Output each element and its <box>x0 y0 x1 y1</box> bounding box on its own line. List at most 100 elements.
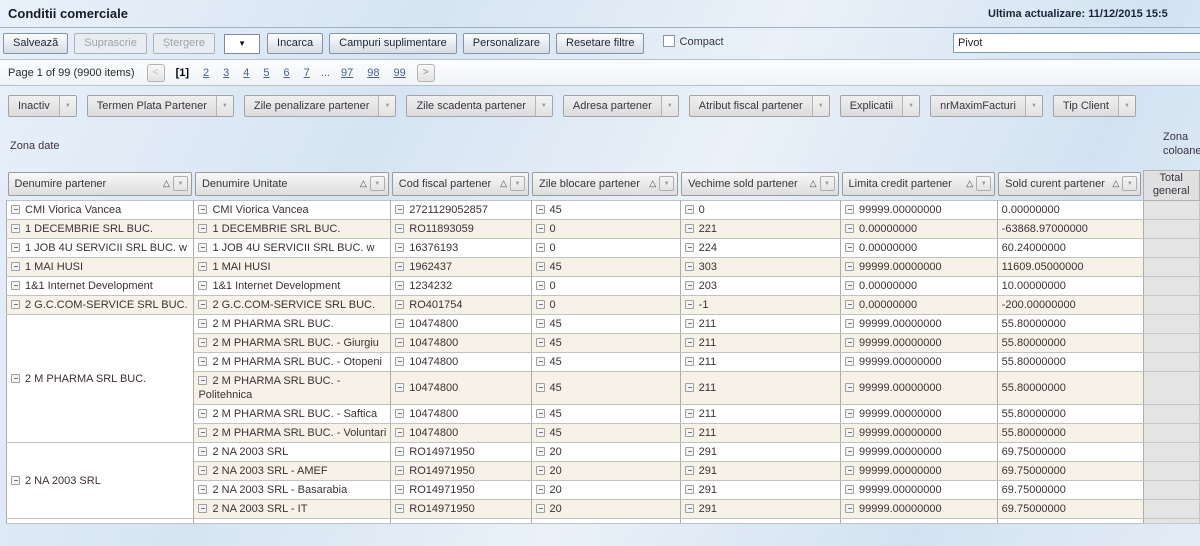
collapse-icon[interactable] <box>395 338 404 347</box>
collapse-icon[interactable] <box>685 262 694 271</box>
filter-chip-explicatii[interactable]: Explicatii▼ <box>840 95 920 117</box>
chevron-down-icon[interactable]: ▼ <box>902 96 919 116</box>
collapse-icon[interactable] <box>395 281 404 290</box>
chevron-down-icon[interactable]: ▼ <box>510 176 525 191</box>
delete-button[interactable]: Ștergere <box>153 33 215 54</box>
collapse-icon[interactable] <box>198 447 207 456</box>
collapse-icon[interactable] <box>198 338 207 347</box>
chevron-down-icon[interactable]: ▼ <box>378 96 395 116</box>
chevron-down-icon[interactable]: ▼ <box>216 96 233 116</box>
collapse-icon[interactable] <box>536 281 545 290</box>
filter-chip-nrmaximfacturi[interactable]: nrMaximFacturi▼ <box>930 95 1043 117</box>
save-button[interactable]: Salvează <box>3 33 68 54</box>
page-link-6[interactable]: 6 <box>284 67 290 79</box>
chevron-down-icon[interactable]: ▼ <box>661 96 678 116</box>
collapse-icon[interactable] <box>536 300 545 309</box>
collapse-icon[interactable] <box>845 383 854 392</box>
sort-ascending-icon[interactable]: △ <box>1112 178 1119 189</box>
collapse-icon[interactable] <box>198 376 207 385</box>
collapse-icon[interactable] <box>685 504 694 513</box>
collapse-icon[interactable] <box>395 319 404 328</box>
chevron-down-icon[interactable]: ▼ <box>976 176 991 191</box>
column-header-button-zile[interactable]: Zile blocare partener△▼ <box>532 172 678 196</box>
filter-chip-tip-client[interactable]: Tip Client▼ <box>1053 95 1136 117</box>
column-header-button-limita[interactable]: Limita credit partener△▼ <box>842 172 996 196</box>
collapse-icon[interactable] <box>198 319 207 328</box>
collapse-icon[interactable] <box>685 428 694 437</box>
load-button[interactable]: Incarca <box>267 33 323 54</box>
collapse-icon[interactable] <box>845 224 854 233</box>
collapse-icon[interactable] <box>685 447 694 456</box>
chevron-down-icon[interactable]: ▼ <box>370 176 385 191</box>
collapse-icon[interactable] <box>845 409 854 418</box>
collapse-icon[interactable] <box>395 262 404 271</box>
collapse-icon[interactable] <box>198 224 207 233</box>
sort-ascending-icon[interactable]: △ <box>500 178 507 189</box>
filter-chip-zile-scadenta-partener[interactable]: Zile scadenta partener▼ <box>406 95 552 117</box>
collapse-icon[interactable] <box>198 281 207 290</box>
collapse-icon[interactable] <box>536 504 545 513</box>
collapse-icon[interactable] <box>536 409 545 418</box>
collapse-icon[interactable] <box>11 476 20 485</box>
collapse-icon[interactable] <box>845 262 854 271</box>
collapse-icon[interactable] <box>845 357 854 366</box>
overwrite-button[interactable]: Suprascrie <box>74 33 147 54</box>
extra-fields-button[interactable]: Campuri suplimentare <box>329 33 457 54</box>
chevron-down-icon[interactable]: ▼ <box>659 176 674 191</box>
collapse-icon[interactable] <box>685 224 694 233</box>
sort-ascending-icon[interactable]: △ <box>163 178 170 189</box>
chevron-down-icon[interactable]: ▼ <box>820 176 835 191</box>
collapse-icon[interactable] <box>536 357 545 366</box>
collapse-icon[interactable] <box>395 224 404 233</box>
filter-chip-atribut-fiscal-partener[interactable]: Atribut fiscal partener▼ <box>689 95 830 117</box>
filter-chip-inactiv[interactable]: Inactiv▼ <box>8 95 77 117</box>
collapse-icon[interactable] <box>685 243 694 252</box>
chevron-down-icon[interactable]: ▼ <box>1025 96 1042 116</box>
page-link-4[interactable]: 4 <box>243 67 249 79</box>
collapse-icon[interactable] <box>395 447 404 456</box>
collapse-icon[interactable] <box>198 504 207 513</box>
collapse-icon[interactable] <box>536 262 545 271</box>
collapse-icon[interactable] <box>11 243 20 252</box>
column-header-button-unit[interactable]: Denumire Unitate△▼ <box>195 172 389 196</box>
collapse-icon[interactable] <box>11 300 20 309</box>
collapse-icon[interactable] <box>11 281 20 290</box>
page-link-99[interactable]: 99 <box>393 67 405 79</box>
collapse-icon[interactable] <box>685 319 694 328</box>
collapse-icon[interactable] <box>395 357 404 366</box>
chevron-down-icon[interactable]: ▼ <box>535 96 552 116</box>
collapse-icon[interactable] <box>845 485 854 494</box>
collapse-icon[interactable] <box>536 243 545 252</box>
page-link-98[interactable]: 98 <box>367 67 379 79</box>
collapse-icon[interactable] <box>685 485 694 494</box>
chevron-down-icon[interactable]: ▼ <box>1122 176 1137 191</box>
filter-chip-termen-plata-partener[interactable]: Termen Plata Partener▼ <box>87 95 234 117</box>
collapse-icon[interactable] <box>11 224 20 233</box>
collapse-icon[interactable] <box>198 243 207 252</box>
collapse-icon[interactable] <box>845 300 854 309</box>
collapse-icon[interactable] <box>198 205 207 214</box>
collapse-icon[interactable] <box>198 300 207 309</box>
collapse-icon[interactable] <box>395 205 404 214</box>
collapse-icon[interactable] <box>685 300 694 309</box>
collapse-icon[interactable] <box>536 485 545 494</box>
collapse-icon[interactable] <box>395 383 404 392</box>
sort-ascending-icon[interactable]: △ <box>810 178 817 189</box>
chevron-down-icon[interactable]: ▼ <box>173 176 188 191</box>
sort-ascending-icon[interactable]: △ <box>966 178 973 189</box>
collapse-icon[interactable] <box>198 357 207 366</box>
collapse-icon[interactable] <box>395 466 404 475</box>
collapse-icon[interactable] <box>845 466 854 475</box>
collapse-icon[interactable] <box>198 428 207 437</box>
page-link-5[interactable]: 5 <box>263 67 269 79</box>
collapse-icon[interactable] <box>845 243 854 252</box>
next-page-button[interactable]: > <box>417 64 435 82</box>
collapse-icon[interactable] <box>11 205 20 214</box>
chevron-down-icon[interactable]: ▼ <box>1118 96 1135 116</box>
collapse-icon[interactable] <box>845 319 854 328</box>
collapse-icon[interactable] <box>198 262 207 271</box>
collapse-icon[interactable] <box>198 485 207 494</box>
collapse-icon[interactable] <box>536 428 545 437</box>
collapse-icon[interactable] <box>685 466 694 475</box>
column-header-button-cod[interactable]: Cod fiscal partener△▼ <box>392 172 529 196</box>
